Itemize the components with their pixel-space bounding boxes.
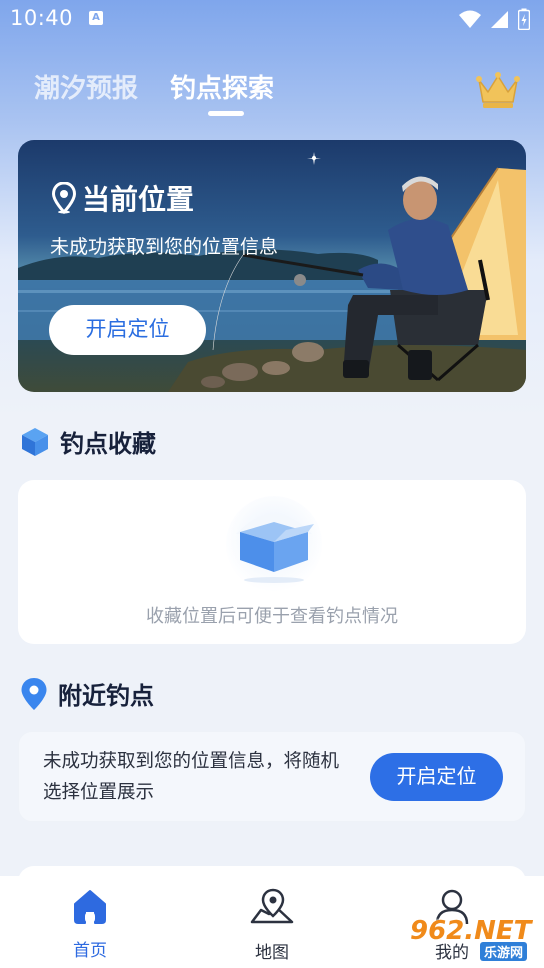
banner-location-status: 未成功获取到您的位置信息 bbox=[50, 236, 279, 258]
notification-a-icon: A bbox=[89, 11, 103, 25]
wifi-icon bbox=[459, 10, 481, 28]
signal-icon bbox=[491, 11, 508, 28]
nav-item-home[interactable]: 首页 bbox=[35, 888, 145, 961]
empty-box-icon bbox=[226, 496, 322, 592]
crown-icon[interactable] bbox=[475, 70, 521, 110]
tab-spot-explore[interactable]: 钓点探索 bbox=[170, 68, 274, 105]
nearby-location-message: 未成功获取到您的位置信息，将随机选择位置展示 bbox=[43, 751, 340, 803]
banner-title: 当前位置 bbox=[82, 183, 195, 216]
nav-item-map[interactable]: 地图 bbox=[217, 888, 327, 963]
header-tabs: 潮汐预报 钓点探索 bbox=[34, 68, 274, 105]
home-icon bbox=[74, 890, 106, 924]
map-icon bbox=[250, 888, 294, 924]
location-pin-filled-icon bbox=[21, 677, 47, 710]
nearby-enable-location-button[interactable]: 开启定位 bbox=[370, 753, 503, 801]
current-location-banner: 当前位置 未成功获取到您的位置信息 开启定位 bbox=[18, 140, 526, 392]
tab-tide-forecast[interactable]: 潮汐预报 bbox=[34, 68, 138, 105]
enable-location-button[interactable]: 开启定位 bbox=[49, 305, 206, 355]
nav-label-home: 首页 bbox=[73, 941, 107, 961]
battery-icon bbox=[518, 8, 530, 30]
cube-icon bbox=[22, 427, 48, 456]
nearby-card: 未成功获取到您的位置信息，将随机选择位置展示 开启定位 bbox=[18, 731, 526, 822]
favorites-card: 收藏位置后可便于查看钓点情况 bbox=[18, 480, 526, 644]
nearby-title: 附近钓点 bbox=[58, 682, 154, 710]
status-time: 10:40 bbox=[10, 6, 74, 30]
favorites-title: 钓点收藏 bbox=[60, 430, 156, 458]
nearby-section-header: 附近钓点 bbox=[20, 676, 154, 711]
watermark-sub: 乐游网 bbox=[480, 942, 528, 961]
banner-title-row: 当前位置 bbox=[52, 178, 194, 218]
location-pin-icon bbox=[52, 182, 76, 214]
nav-label-map: 地图 bbox=[255, 943, 289, 963]
site-watermark: 962.NET 乐游网 bbox=[404, 914, 540, 962]
active-tab-indicator bbox=[208, 111, 244, 116]
favorites-section-header: 钓点收藏 bbox=[20, 424, 156, 459]
favorites-empty-hint: 收藏位置后可便于查看钓点情况 bbox=[146, 606, 398, 627]
status-bar: 10:40 A bbox=[0, 0, 544, 40]
status-indicators bbox=[458, 8, 530, 30]
